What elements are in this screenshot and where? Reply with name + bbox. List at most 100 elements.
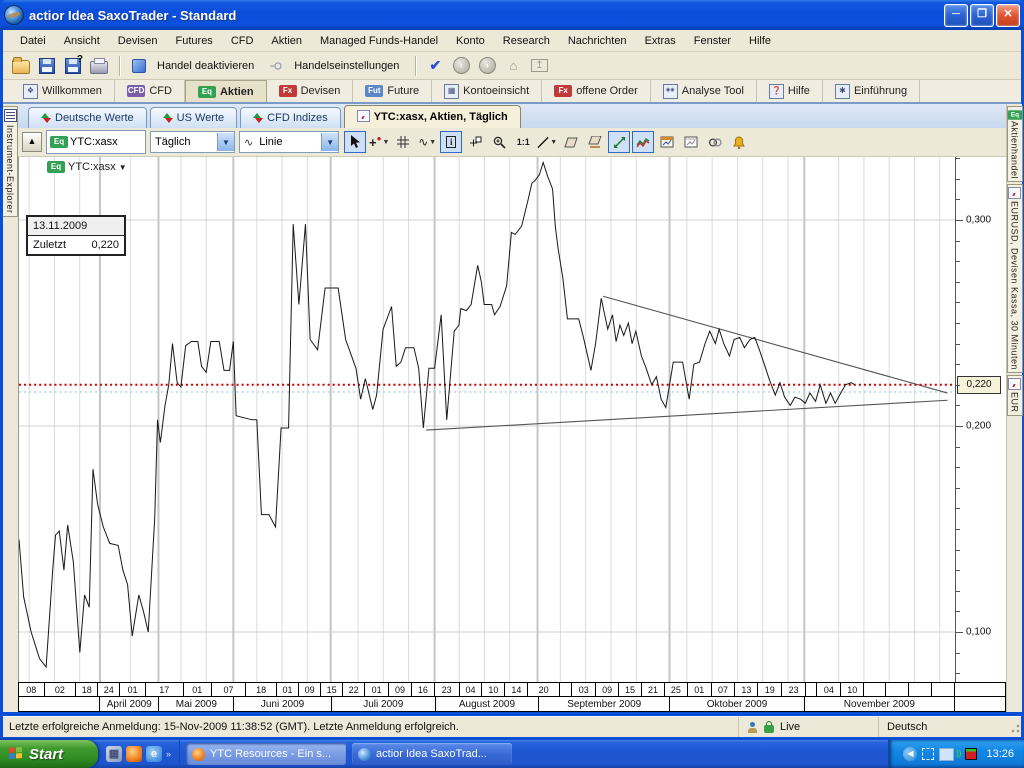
alert-button[interactable]: [728, 131, 750, 153]
chart-plot-row: Eq YTC:xasx ▼ 13.11.2009 Zuletzt 0,220 0…: [18, 157, 1006, 682]
tray-app-icon[interactable]: [922, 748, 934, 760]
chart-tab-ytc-xasx-aktien-t-glich[interactable]: YTC:xasx, Aktien, Täglich: [344, 105, 521, 128]
home-button[interactable]: ⌂: [501, 54, 525, 78]
trendline-button[interactable]: ▼: [536, 131, 558, 153]
menu-item-devisen[interactable]: Devisen: [109, 32, 167, 50]
instrument-explorer-tab[interactable]: Instrument-Explorer: [3, 106, 18, 217]
module-tab-analyse-tool[interactable]: ◉◉Analyse Tool: [651, 80, 757, 102]
period-select[interactable]: Täglich ▼: [150, 131, 235, 153]
chart-template-button[interactable]: [680, 131, 702, 153]
link-charts-button[interactable]: [704, 131, 726, 153]
fit-chart-button[interactable]: [608, 131, 630, 153]
module-tab-hilfe[interactable]: ❓Hilfe: [757, 80, 823, 102]
print-button[interactable]: [87, 54, 111, 78]
module-tab-einf-hrung[interactable]: ✱Einführung: [823, 80, 920, 102]
module-tab-offene-order[interactable]: Fx offene Order: [542, 80, 651, 102]
module-tab-future[interactable]: FutFuture: [353, 80, 432, 102]
menu-item-fenster[interactable]: Fenster: [685, 32, 740, 50]
tray-chevron-icon[interactable]: ◀: [903, 747, 917, 761]
print-icon: [90, 61, 108, 74]
info-button[interactable]: i: [440, 131, 462, 153]
axis-corner: [954, 697, 1005, 711]
internet-explorer-icon[interactable]: e: [146, 746, 162, 762]
windows-taskbar: Start ▦ e » YTC Resources - Ein s... acti…: [0, 740, 1024, 768]
menu-item-managed-funds-handel[interactable]: Managed Funds-Handel: [311, 32, 447, 50]
module-tab-devisen[interactable]: FxDevisen: [267, 80, 354, 102]
eraser-button[interactable]: [560, 131, 582, 153]
oscillator-button[interactable]: ∿▼: [416, 131, 438, 153]
menu-item-aktien[interactable]: Aktien: [262, 32, 311, 50]
chart-icon: [1008, 187, 1021, 199]
module-tab-aktien[interactable]: EqAktien: [185, 80, 267, 102]
updown-arrows-icon: [253, 113, 263, 123]
chart-legend[interactable]: Eq YTC:xasx ▼: [47, 161, 127, 173]
menu-item-extras[interactable]: Extras: [636, 32, 685, 50]
maximize-button[interactable]: ❐: [970, 4, 994, 27]
start-button[interactable]: Start: [0, 740, 98, 768]
task-button-firefox[interactable]: YTC Resources - Ein s...: [186, 743, 346, 765]
new-chart-window-button[interactable]: [656, 131, 678, 153]
right-tab-3[interactable]: EUR: [1007, 375, 1023, 416]
price-axis-tick: [956, 302, 960, 303]
menu-item-cfd[interactable]: CFD: [222, 32, 263, 50]
open-button[interactable]: [9, 54, 33, 78]
market-status-icon[interactable]: [965, 748, 977, 760]
trade-disable-button[interactable]: [127, 54, 151, 78]
firefox-icon[interactable]: [126, 746, 142, 762]
menu-item-futures[interactable]: Futures: [167, 32, 222, 50]
price-axis[interactable]: 0,220 0,3000,2000,100: [955, 157, 1006, 682]
symbol-input[interactable]: [68, 135, 142, 149]
module-tab-willkommen[interactable]: ❖Willkommen: [11, 80, 115, 102]
indicators-button[interactable]: [632, 131, 654, 153]
module-tab-kontoeinsicht[interactable]: ▦Kontoeinsicht: [432, 80, 542, 102]
home-icon: ⌂: [509, 58, 517, 73]
chart-plot-area[interactable]: Eq YTC:xasx ▼ 13.11.2009 Zuletzt 0,220: [18, 157, 955, 682]
minimize-button[interactable]: ─: [944, 4, 968, 27]
trade-settings-label[interactable]: Handelseinstellungen: [294, 60, 399, 72]
chart-tab-cfd-indizes[interactable]: CFD Indizes: [240, 107, 341, 128]
network-volume-icon[interactable]: [939, 748, 954, 761]
task-button-globe[interactable]: actior Idea SaxoTrad...: [352, 743, 512, 765]
date-cell: 20: [527, 683, 559, 696]
period-value: Täglich: [151, 136, 217, 148]
chart-tab-us-werte[interactable]: US Werte: [150, 107, 237, 128]
date-cell: 16: [411, 683, 434, 696]
date-cell: 04: [816, 683, 840, 696]
module-tab-label: offene Order: [576, 85, 638, 97]
tooltip-date: 13.11.2009: [28, 217, 124, 236]
save-button[interactable]: [35, 54, 59, 78]
annotation-button[interactable]: [464, 131, 486, 153]
resize-grip[interactable]: [1007, 720, 1021, 734]
trade-settings-button[interactable]: ⚲: [264, 54, 288, 78]
menu-item-nachrichten[interactable]: Nachrichten: [559, 32, 636, 50]
grid-button[interactable]: [392, 131, 414, 153]
zoom-button[interactable]: [488, 131, 510, 153]
save-as-button[interactable]: ?: [61, 54, 85, 78]
trade-disable-label[interactable]: Handel deaktivieren: [157, 60, 254, 72]
forward-button[interactable]: ›: [475, 54, 499, 78]
clear-drawings-button[interactable]: [584, 131, 606, 153]
chart-style-select[interactable]: ∿ Linie ▼: [239, 131, 339, 153]
menu-item-ansicht[interactable]: Ansicht: [55, 32, 109, 50]
confirm-button[interactable]: ✔: [423, 54, 447, 78]
close-button[interactable]: ✕: [996, 4, 1020, 27]
menu-item-konto[interactable]: Konto: [447, 32, 494, 50]
chart-tab-bar: Deutsche WerteUS WerteCFD IndizesYTC:xas…: [18, 104, 1006, 128]
menu-item-datei[interactable]: Datei: [11, 32, 55, 50]
chart-tab-deutsche-werte[interactable]: Deutsche Werte: [28, 107, 147, 128]
one-to-one-button[interactable]: 1:1: [512, 131, 534, 153]
crosshair-button[interactable]: +●▼: [368, 131, 390, 153]
right-tab-1[interactable]: EqAktienhandel: [1007, 106, 1023, 182]
module-tab-cfd[interactable]: CFDCFD: [115, 80, 185, 102]
fx-badge-icon: Fx: [554, 85, 572, 97]
price-axis-tick: [956, 673, 960, 674]
pointer-button[interactable]: [344, 131, 366, 153]
show-desktop-icon[interactable]: ▦: [106, 746, 122, 762]
menu-item-hilfe[interactable]: Hilfe: [740, 32, 780, 50]
back-button[interactable]: ‹: [449, 54, 473, 78]
up-button[interactable]: ↥: [527, 54, 551, 78]
chevron-right-icon[interactable]: »: [166, 749, 171, 759]
collapse-toolbar-button[interactable]: ▲: [22, 132, 42, 152]
right-tab-2[interactable]: EURUSD, Devisen Kassa, 30 Minuten: [1007, 184, 1023, 373]
menu-item-research[interactable]: Research: [494, 32, 559, 50]
